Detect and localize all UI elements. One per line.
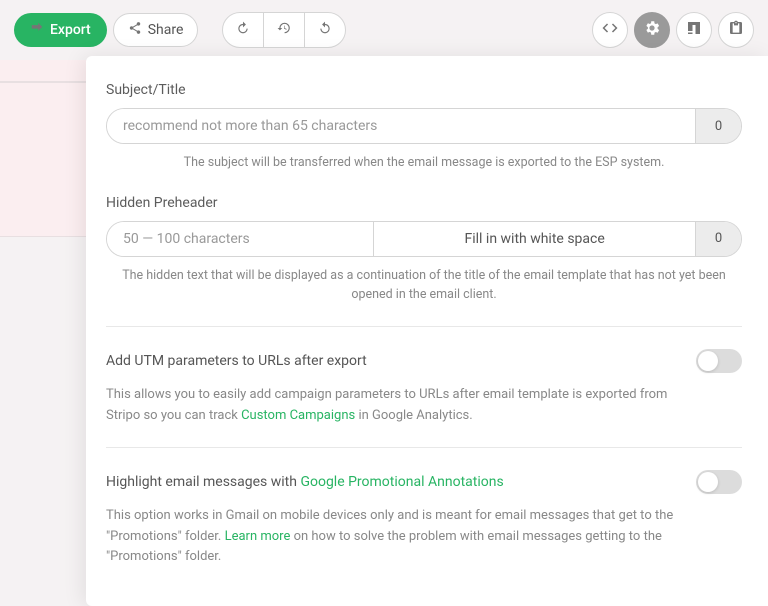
utm-description: This allows you to easily add campaign p…: [106, 385, 742, 427]
redo-button[interactable]: [305, 13, 345, 47]
utm-toggle[interactable]: [696, 349, 742, 373]
toggle-knob: [698, 472, 718, 492]
subject-label: Subject/Title: [106, 82, 742, 98]
clipboard-icon: [728, 20, 744, 40]
code-button[interactable]: [592, 12, 628, 48]
preheader-helper: The hidden text that will be displayed a…: [106, 267, 742, 305]
export-icon: [30, 21, 44, 39]
subject-counter: 0: [695, 109, 741, 143]
undo-icon: [235, 21, 251, 39]
preheader-input[interactable]: [107, 222, 373, 256]
settings-panel: Subject/Title 0 The subject will be tran…: [86, 56, 768, 606]
subject-helper: The subject will be transferred when the…: [106, 154, 742, 173]
history-group: [222, 12, 346, 48]
preheader-section: Hidden Preheader Fill in with white spac…: [106, 195, 742, 305]
fill-whitespace-button[interactable]: Fill in with white space: [373, 222, 695, 256]
utm-label: Add UTM parameters to URLs after export: [106, 353, 367, 369]
promo-label: Highlight email messages with Google Pro…: [106, 474, 504, 490]
export-button[interactable]: Export: [14, 13, 107, 47]
learn-more-link[interactable]: Learn more: [225, 529, 291, 544]
subject-section: Subject/Title 0 The subject will be tran…: [106, 82, 742, 173]
promo-toggle[interactable]: [696, 470, 742, 494]
code-icon: [601, 19, 619, 41]
view-icon-group: [592, 12, 754, 48]
share-button[interactable]: Share: [113, 13, 199, 47]
gear-icon: [643, 19, 661, 41]
settings-button[interactable]: [634, 12, 670, 48]
share-icon: [128, 21, 142, 39]
utm-section: Add UTM parameters to URLs after export …: [106, 326, 742, 427]
preview-button[interactable]: [676, 12, 712, 48]
preheader-input-row: Fill in with white space 0: [106, 221, 742, 257]
redo-icon: [317, 21, 333, 39]
share-label: Share: [148, 22, 184, 38]
promo-description: This option works in Gmail on mobile dev…: [106, 506, 742, 568]
top-toolbar: Export Share: [0, 0, 768, 60]
devices-icon: [685, 19, 703, 41]
clipboard-button[interactable]: [718, 12, 754, 48]
history-icon: [276, 21, 292, 39]
preheader-label: Hidden Preheader: [106, 195, 742, 211]
export-label: Export: [50, 22, 91, 38]
history-button[interactable]: [264, 13, 305, 47]
subject-input-row: 0: [106, 108, 742, 144]
promo-section: Highlight email messages with Google Pro…: [106, 447, 742, 568]
subject-input[interactable]: [107, 109, 695, 143]
toggle-knob: [698, 351, 718, 371]
custom-campaigns-link[interactable]: Custom Campaigns: [241, 408, 355, 423]
undo-button[interactable]: [223, 13, 264, 47]
promo-annotations-link[interactable]: Google Promotional Annotations: [300, 474, 503, 490]
preheader-counter: 0: [695, 222, 741, 256]
